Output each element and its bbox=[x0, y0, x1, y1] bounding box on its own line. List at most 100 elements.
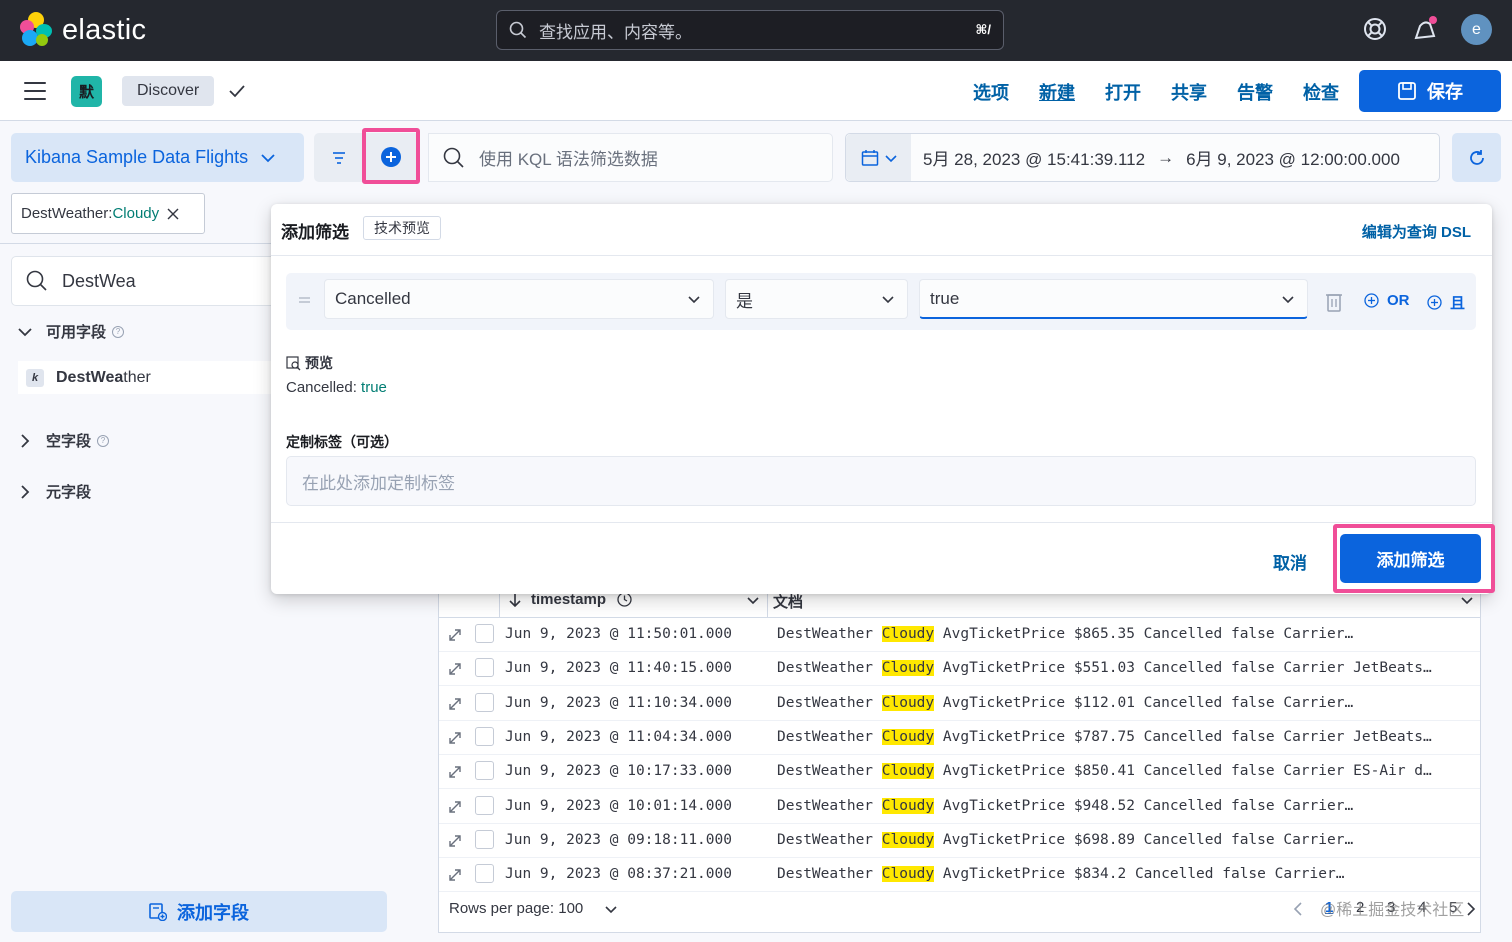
row-checkbox[interactable] bbox=[475, 864, 494, 884]
table-row[interactable]: Jun 9, 2023 @ 10:01:14.000 DestWeather Cl… bbox=[439, 790, 1480, 824]
row-checkbox[interactable] bbox=[475, 795, 494, 815]
expand-icon[interactable] bbox=[447, 867, 463, 883]
table-row[interactable]: Jun 9, 2023 @ 11:04:34.000 DestWeather Cl… bbox=[439, 721, 1480, 755]
save-icon bbox=[1398, 82, 1416, 100]
meta-fields-toggle[interactable]: 元字段 bbox=[18, 481, 91, 502]
row-checkbox[interactable] bbox=[475, 692, 494, 712]
document-table: timestamp 文档 Jun 9, 2023 @ 11:50:01.000 D… bbox=[438, 588, 1481, 933]
popover-header: 添加筛选 技术预览 编辑为查询 DSL bbox=[271, 204, 1492, 256]
custom-label-input[interactable]: 在此处添加定制标签 bbox=[286, 456, 1476, 506]
trash-icon[interactable] bbox=[1324, 291, 1344, 313]
brand-name: elastic bbox=[62, 13, 147, 46]
value-select-value: true bbox=[930, 288, 960, 308]
start-date[interactable]: 5月 28, 2023 @ 15:41:39.112 bbox=[923, 145, 1145, 170]
filter-menu-button[interactable] bbox=[314, 133, 364, 182]
elastic-logo-icon bbox=[18, 12, 54, 48]
expand-icon[interactable] bbox=[447, 833, 463, 849]
value-select[interactable]: true bbox=[919, 279, 1308, 319]
menu-inspect[interactable]: 检查 bbox=[1303, 79, 1339, 105]
info-icon: ? bbox=[112, 325, 125, 338]
add-and-button[interactable]: 且 bbox=[1427, 292, 1465, 313]
row-document: DestWeather Cloudy AvgTicketPrice $948.5… bbox=[777, 797, 1477, 814]
table-row[interactable]: Jun 9, 2023 @ 11:50:01.000 DestWeather Cl… bbox=[439, 618, 1480, 652]
quick-select-button[interactable] bbox=[846, 134, 911, 181]
chevron-right-icon[interactable] bbox=[1465, 901, 1477, 917]
help-icon[interactable] bbox=[1362, 16, 1388, 42]
user-avatar[interactable]: e bbox=[1461, 14, 1492, 45]
save-label: 保存 bbox=[1427, 82, 1463, 102]
highlight-frame bbox=[362, 128, 420, 184]
save-button[interactable]: 保存 bbox=[1359, 70, 1501, 112]
menu-open[interactable]: 打开 bbox=[1105, 79, 1141, 105]
menu-new[interactable]: 新建 bbox=[1039, 79, 1075, 105]
search-icon bbox=[443, 147, 464, 168]
global-search-input[interactable]: 查找应用、内容等。 ⌘/ bbox=[496, 10, 1004, 50]
chevron-left-icon[interactable] bbox=[1292, 901, 1304, 917]
breadcrumb[interactable]: Discover bbox=[122, 76, 215, 106]
search-icon bbox=[509, 21, 527, 39]
add-field-button[interactable]: 添加字段 bbox=[11, 891, 387, 932]
kql-query-input[interactable]: 使用 KQL 语法筛选数据 bbox=[428, 133, 833, 182]
chevron-right-icon bbox=[21, 433, 30, 448]
table-row[interactable]: Jun 9, 2023 @ 09:18:11.000 DestWeather Cl… bbox=[439, 824, 1480, 858]
filter-pill[interactable]: DestWeather: Cloudy bbox=[11, 193, 205, 234]
kql-placeholder: 使用 KQL 语法筛选数据 bbox=[479, 150, 658, 169]
date-picker[interactable]: 5月 28, 2023 @ 15:41:39.112 → 6月 9, 2023 … bbox=[845, 133, 1440, 182]
space-avatar[interactable]: 默 bbox=[71, 76, 102, 107]
field-search-input[interactable]: DestWea bbox=[11, 256, 311, 306]
refresh-button[interactable] bbox=[1452, 133, 1501, 182]
expand-icon[interactable] bbox=[447, 764, 463, 780]
end-date[interactable]: 6月 9, 2023 @ 12:00:00.000 bbox=[1186, 145, 1400, 170]
row-document: DestWeather Cloudy AvgTicketPrice $787.7… bbox=[777, 728, 1477, 745]
row-timestamp: Jun 9, 2023 @ 10:01:14.000 bbox=[505, 797, 732, 814]
elastic-logo[interactable]: elastic bbox=[18, 12, 146, 48]
edit-as-dsl-link[interactable]: 编辑为查询 DSL bbox=[1362, 221, 1471, 242]
row-checkbox[interactable] bbox=[475, 726, 494, 746]
empty-fields-toggle[interactable]: 空字段 ? bbox=[18, 430, 110, 451]
doc-field: DestWeather bbox=[777, 660, 882, 677]
row-checkbox[interactable] bbox=[475, 829, 494, 849]
filter-pill-value: Cloudy bbox=[112, 205, 160, 222]
chevron-down-icon[interactable] bbox=[605, 903, 617, 915]
doc-field: DestWeather bbox=[777, 866, 882, 883]
menu-share[interactable]: 共享 bbox=[1171, 79, 1207, 105]
watermark: @稀土掘金技术社区 bbox=[1320, 902, 1465, 919]
available-fields-toggle[interactable]: 可用字段 ? bbox=[18, 321, 125, 342]
operator-select[interactable]: 是 bbox=[725, 279, 908, 319]
table-row[interactable]: Jun 9, 2023 @ 11:10:34.000 DestWeather Cl… bbox=[439, 687, 1480, 721]
row-checkbox[interactable] bbox=[475, 658, 494, 678]
field-select[interactable]: Cancelled bbox=[324, 279, 714, 319]
sort-down-icon[interactable] bbox=[508, 593, 522, 607]
col-document[interactable]: 文档 bbox=[773, 591, 803, 612]
chevron-down-icon bbox=[882, 296, 894, 304]
field-item-destweather[interactable]: k DestWea ther bbox=[18, 361, 278, 394]
drag-handle-icon[interactable] bbox=[299, 297, 310, 305]
row-checkbox[interactable] bbox=[475, 761, 494, 781]
data-view-picker[interactable]: Kibana Sample Data Flights bbox=[11, 133, 304, 182]
chevron-down-icon[interactable] bbox=[747, 594, 759, 606]
field-name-match: DestWea bbox=[56, 368, 124, 386]
expand-icon[interactable] bbox=[447, 696, 463, 712]
rows-per-page[interactable]: Rows per page: 100 bbox=[449, 900, 583, 917]
doc-highlight: Cloudy bbox=[881, 866, 935, 883]
table-row[interactable]: Jun 9, 2023 @ 10:17:33.000 DestWeather Cl… bbox=[439, 755, 1480, 790]
doc-field: DestWeather bbox=[777, 694, 882, 711]
newsfeed-icon[interactable] bbox=[1412, 16, 1438, 42]
cancel-button[interactable]: 取消 bbox=[1273, 549, 1307, 574]
chevron-down-icon[interactable] bbox=[1461, 594, 1473, 606]
doc-rest: AvgTicketPrice $834.2 Cancelled false Ca… bbox=[934, 866, 1345, 883]
row-checkbox[interactable] bbox=[475, 624, 494, 643]
add-or-button[interactable]: OR bbox=[1364, 292, 1410, 309]
table-row[interactable]: Jun 9, 2023 @ 11:40:15.000 DestWeather Cl… bbox=[439, 652, 1480, 687]
menu-icon[interactable] bbox=[24, 82, 46, 100]
expand-icon[interactable] bbox=[447, 661, 463, 677]
expand-icon[interactable] bbox=[447, 799, 463, 815]
search-icon bbox=[26, 270, 47, 291]
close-icon[interactable] bbox=[167, 208, 179, 220]
menu-options[interactable]: 选项 bbox=[973, 79, 1009, 105]
chevron-down-icon bbox=[261, 153, 275, 162]
plus-circle-icon bbox=[1427, 295, 1442, 310]
menu-alerts[interactable]: 告警 bbox=[1237, 79, 1273, 105]
expand-icon[interactable] bbox=[447, 627, 463, 643]
expand-icon[interactable] bbox=[447, 730, 463, 746]
